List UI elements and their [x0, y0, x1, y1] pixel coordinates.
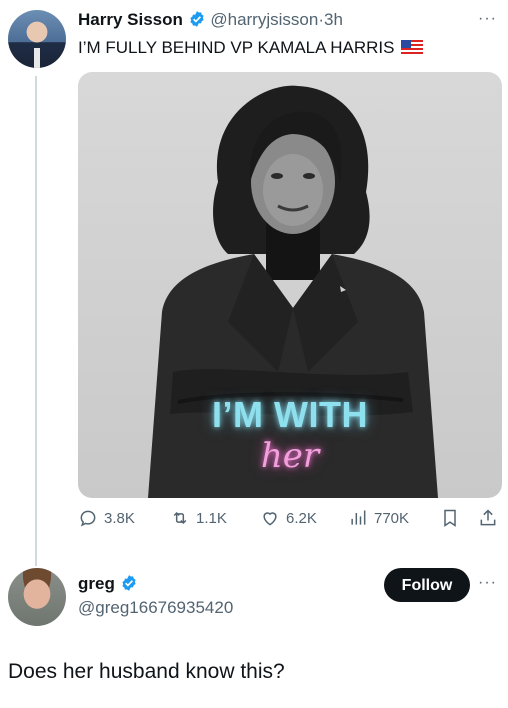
tweet-image[interactable]: I’M WITH her	[78, 72, 502, 498]
share-icon	[480, 509, 496, 526]
harry-sisson-avatar[interactable]	[8, 10, 66, 68]
verified-badge-icon	[121, 575, 136, 591]
greg-avatar[interactable]	[8, 568, 66, 626]
verified-badge-icon	[190, 11, 204, 27]
reply-text: Does her husband know this?	[8, 660, 285, 683]
like-count: 6.2K	[286, 509, 317, 527]
views-button[interactable]: 770K	[348, 508, 409, 528]
more-options-icon[interactable]: ···	[478, 10, 497, 28]
reply-author: greg	[78, 574, 138, 594]
reply-author-handle[interactable]: @greg16676935420	[78, 598, 233, 618]
tweet-header: Harry Sisson @harryjsisson·3h	[78, 10, 343, 30]
reply-button[interactable]: 3.8K	[78, 508, 135, 528]
image-overlay-im-with: I’M WITH	[212, 394, 368, 435]
author-name[interactable]: Harry Sisson	[78, 10, 183, 29]
repost-count: 1.1K	[196, 509, 227, 527]
views-count: 770K	[374, 509, 410, 527]
repost-icon	[173, 511, 187, 525]
bookmark-button[interactable]	[440, 508, 460, 528]
repost-button[interactable]: 1.1K	[170, 508, 227, 528]
more-options-icon[interactable]: ···	[478, 574, 497, 592]
tweet-text-content: I’M FULLY BEHIND VP KAMALA HARRIS	[78, 38, 395, 57]
thread-connector-line	[35, 76, 37, 566]
reply-author-name[interactable]: greg	[78, 574, 115, 593]
tweet-action-bar: 3.8K 1.1K 6.2K 770K	[78, 508, 502, 536]
us-flag-icon	[401, 40, 424, 54]
share-button[interactable]	[478, 508, 498, 528]
author-handle[interactable]: @harryjsisson	[210, 10, 318, 29]
views-bar-chart-icon	[351, 510, 366, 525]
reply-icon	[80, 510, 96, 527]
avatar-shirt-detail	[34, 48, 40, 68]
tweet-timestamp[interactable]: 3h	[324, 10, 343, 29]
bookmark-icon	[444, 509, 456, 527]
heart-icon	[263, 512, 277, 526]
reply-count: 3.8K	[104, 509, 135, 527]
follow-button[interactable]: Follow	[384, 568, 470, 602]
image-overlay-her: her	[260, 436, 320, 476]
like-button[interactable]: 6.2K	[260, 508, 317, 528]
tweet-text: I’M FULLY BEHIND VP KAMALA HARRIS	[78, 38, 424, 58]
